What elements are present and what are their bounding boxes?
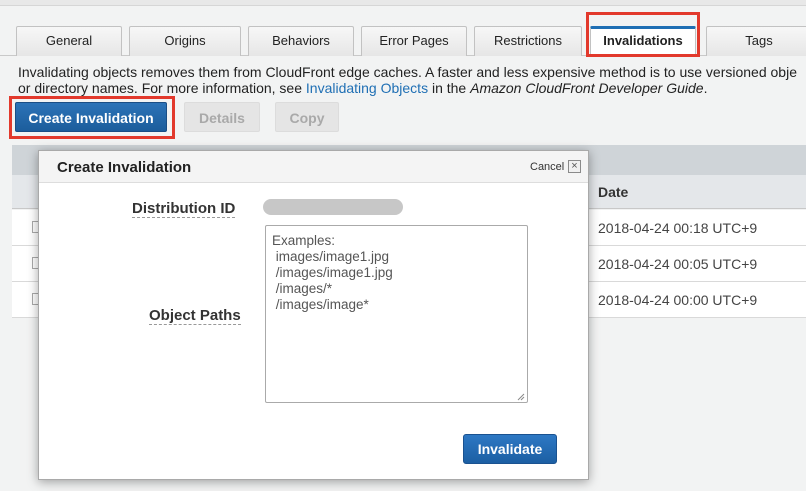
row-date: 2018-04-24 00:18 UTC+9: [598, 220, 758, 236]
invalidation-description: Invalidating objects removes them from C…: [18, 64, 797, 96]
invalidating-objects-link[interactable]: Invalidating Objects: [306, 80, 428, 96]
tab-error-pages[interactable]: Error Pages: [361, 26, 467, 56]
create-invalidation-dialog: Create Invalidation Cancel × Distributio…: [38, 150, 589, 480]
copy-button[interactable]: Copy: [275, 102, 339, 132]
distribution-id-label: Distribution ID: [132, 200, 236, 218]
row-date: 2018-04-24 00:05 UTC+9: [598, 256, 758, 272]
tab-tags[interactable]: Tags: [706, 26, 806, 56]
create-invalidation-button[interactable]: Create Invalidation: [15, 102, 167, 132]
details-button[interactable]: Details: [184, 102, 260, 132]
top-bar: [0, 0, 806, 6]
close-icon[interactable]: ×: [568, 160, 581, 173]
distribution-id-value: [263, 199, 403, 215]
invalidate-button[interactable]: Invalidate: [463, 434, 557, 464]
tab-restrictions[interactable]: Restrictions: [474, 26, 582, 56]
resize-handle-icon[interactable]: [515, 391, 525, 401]
description-line-2: or directory names. For more information…: [18, 80, 797, 96]
dialog-title: Create Invalidation: [57, 159, 192, 176]
description-text: or directory names. For more information…: [18, 80, 306, 96]
object-paths-input[interactable]: [265, 225, 528, 403]
row-date: 2018-04-24 00:00 UTC+9: [598, 292, 758, 308]
date-column-header[interactable]: Date: [598, 184, 628, 200]
tab-behaviors[interactable]: Behaviors: [248, 26, 354, 56]
cancel-link[interactable]: Cancel: [530, 161, 564, 173]
tab-origins[interactable]: Origins: [129, 26, 241, 56]
description-text: in the: [428, 80, 471, 96]
tab-general[interactable]: General: [16, 26, 122, 56]
developer-guide-title: Amazon CloudFront Developer Guide: [470, 80, 704, 96]
object-paths-label: Object Paths: [149, 307, 241, 325]
tab-invalidations[interactable]: Invalidations: [590, 26, 696, 57]
description-line-1: Invalidating objects removes them from C…: [18, 64, 797, 80]
description-text: .: [703, 80, 708, 96]
dialog-header: Create Invalidation Cancel ×: [39, 151, 588, 183]
